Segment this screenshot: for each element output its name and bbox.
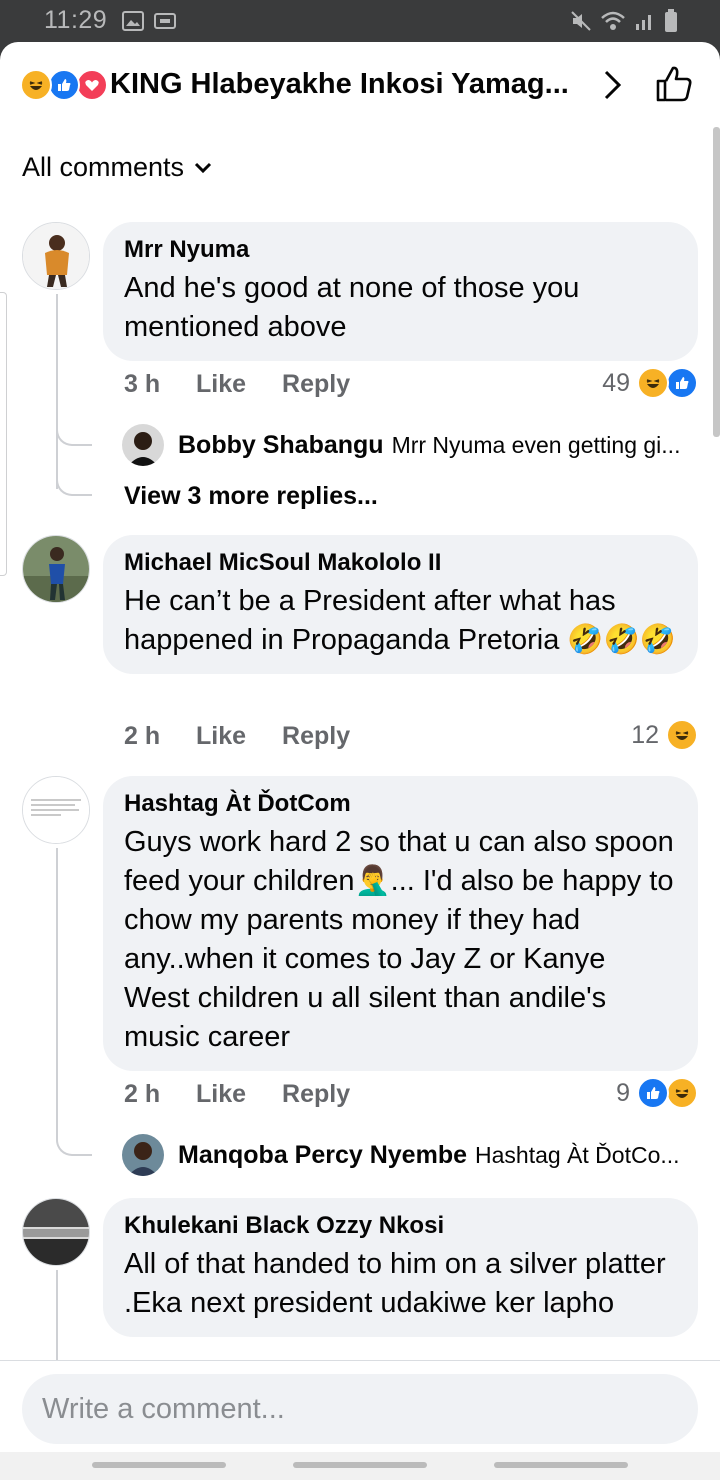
thread-connector — [56, 1132, 92, 1156]
comment-actions: 2 h Like Reply — [124, 722, 386, 751]
thread-connector — [56, 422, 92, 446]
like-button[interactable]: Like — [196, 722, 246, 751]
like-button[interactable]: Like — [196, 370, 246, 399]
comment-bubble[interactable]: Michael MicSoul Makololo II He can’t be … — [103, 535, 698, 674]
avatar[interactable] — [22, 776, 90, 844]
comment-actions: 2 h Like Reply — [124, 1080, 386, 1109]
gallery-icon — [122, 11, 144, 31]
signal-icon — [636, 15, 651, 30]
reply-text: Hashtag Àt ĎotCo... — [475, 1141, 680, 1168]
comment-time: 2 h — [124, 1080, 161, 1108]
avatar[interactable] — [122, 1134, 164, 1176]
view-more-replies-link[interactable]: View 3 more replies... — [124, 482, 378, 511]
reply-text: Mrr Nyuma even getting gi... — [391, 431, 681, 458]
comment-bubble[interactable]: Khulekani Black Ozzy Nkosi All of that h… — [103, 1198, 698, 1337]
comment-text: Guys work hard 2 so that u can also spoo… — [124, 826, 674, 1053]
status-time: 11:29 — [44, 6, 108, 34]
mute-icon — [571, 11, 591, 31]
comment-time: 3 h — [124, 370, 161, 398]
edge-handle[interactable] — [0, 292, 7, 576]
laugh-icon — [666, 719, 698, 751]
comment-input[interactable]: Write a comment... — [22, 1374, 698, 1444]
comment-author[interactable]: Michael MicSoul Makololo II — [124, 549, 678, 577]
system-nav-bar — [0, 1452, 720, 1480]
laugh-icon — [666, 1077, 698, 1109]
reply-author[interactable]: Manqoba Percy Nyembe — [178, 1141, 467, 1170]
scrollbar[interactable] — [713, 127, 720, 437]
reply-button[interactable]: Reply — [282, 370, 350, 399]
filter-label: All comments — [22, 152, 185, 182]
comment-text: And he's good at none of those you menti… — [124, 272, 580, 343]
status-left-icons — [122, 11, 176, 31]
like-button[interactable]: Like — [196, 1080, 246, 1109]
comment-filter-dropdown[interactable]: All comments — [22, 152, 212, 183]
reaction-count[interactable]: 12 — [631, 719, 698, 751]
like-icon — [48, 69, 80, 101]
avatar[interactable] — [22, 1198, 90, 1266]
reply-author[interactable]: Bobby Shabangu — [178, 431, 384, 460]
reply-button[interactable]: Reply — [282, 722, 350, 751]
comment-author[interactable]: Mrr Nyuma — [124, 236, 678, 264]
reaction-count-value: 49 — [602, 368, 630, 397]
avatar[interactable] — [22, 222, 90, 290]
wifi-icon — [601, 11, 625, 30]
nav-recents[interactable] — [92, 1462, 226, 1468]
reaction-count[interactable]: 49 — [602, 367, 698, 399]
thread-line — [56, 1270, 58, 1360]
post-title[interactable]: KING Hlabeyakhe Inkosi Yamag... — [110, 68, 590, 101]
like-icon — [637, 1077, 669, 1109]
laugh-icon — [20, 69, 52, 101]
comment-time: 2 h — [124, 722, 161, 750]
reaction-count-value: 12 — [631, 720, 659, 749]
reaction-count[interactable]: 9 — [616, 1077, 698, 1109]
avatar[interactable] — [122, 424, 164, 466]
post-header: KING Hlabeyakhe Inkosi Yamag... — [0, 42, 720, 128]
nav-back[interactable] — [494, 1462, 628, 1468]
message-icon — [154, 13, 176, 29]
like-icon — [666, 367, 698, 399]
comment-text: All of that handed to him on a silver pl… — [124, 1248, 666, 1319]
comment-author[interactable]: Khulekani Black Ozzy Nkosi — [124, 1212, 678, 1240]
post-reactions[interactable] — [20, 69, 108, 101]
nav-home[interactable] — [293, 1462, 427, 1468]
comments-sheet: KING Hlabeyakhe Inkosi Yamag... All comm… — [0, 42, 720, 1480]
reply-preview[interactable]: Bobby Shabangu Mrr Nyuma even getting gi… — [122, 424, 702, 466]
thread-connector — [56, 472, 92, 496]
thread-line — [56, 848, 58, 1138]
chevron-down-icon — [194, 162, 212, 173]
laugh-icon — [637, 367, 669, 399]
comment-bubble[interactable]: Hashtag Àt ĎotCom Guys work hard 2 so th… — [103, 776, 698, 1071]
like-outline-icon[interactable] — [654, 64, 694, 104]
comment-actions: 3 h Like Reply — [124, 370, 386, 399]
comment-bubble[interactable]: Mrr Nyuma And he's good at none of those… — [103, 222, 698, 361]
love-icon — [76, 69, 108, 101]
reply-preview[interactable]: Manqoba Percy Nyembe Hashtag Àt ĎotCo... — [122, 1134, 702, 1176]
status-right-icons — [570, 9, 678, 33]
chevron-right-icon[interactable] — [598, 68, 626, 102]
reply-button[interactable]: Reply — [282, 1080, 350, 1109]
comment-author[interactable]: Hashtag Àt ĎotCom — [124, 790, 678, 818]
thread-line — [56, 294, 58, 489]
status-bar: 11:29 — [0, 0, 720, 42]
reaction-count-value: 9 — [616, 1078, 630, 1107]
battery-icon — [665, 9, 677, 32]
comment-text: He can’t be a President after what has h… — [124, 585, 676, 656]
avatar[interactable] — [22, 535, 90, 603]
